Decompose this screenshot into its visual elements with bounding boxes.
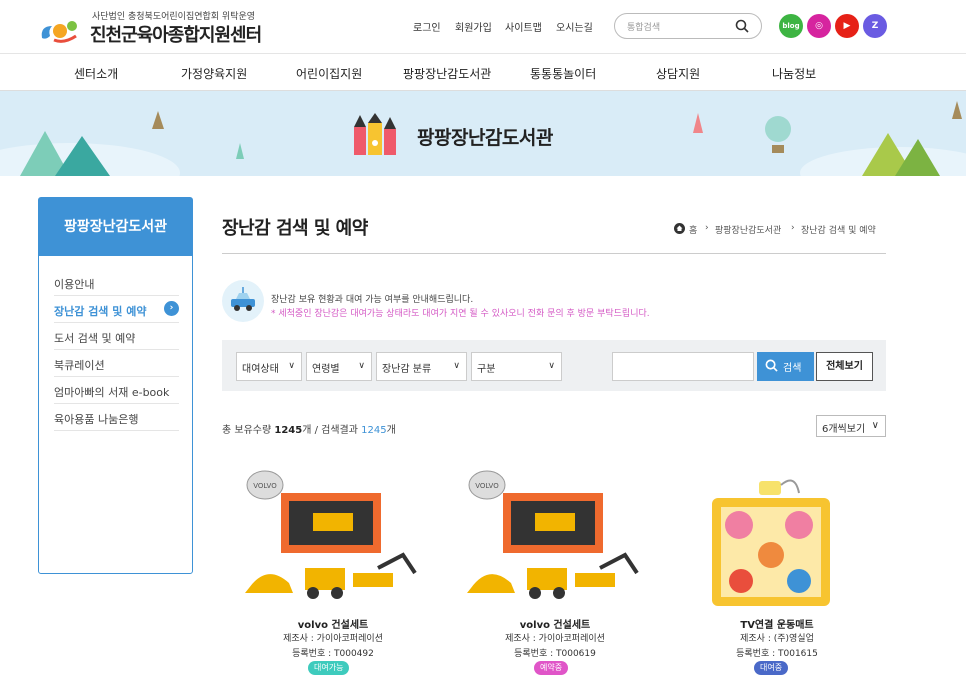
select-label: 대여상태 <box>242 364 279 375</box>
nav-daycare-support[interactable]: 어린이집지원 <box>296 65 362 82</box>
product-reg-number: 등록번호 : T000492 <box>292 649 374 659</box>
construction-set-image: VOLVO <box>243 463 423 610</box>
keyword-input[interactable] <box>612 352 754 381</box>
nav-playground[interactable]: 통통통놀이터 <box>530 65 596 82</box>
status-badge: 대여중 <box>754 661 789 675</box>
product-name[interactable]: TV연결 운동매트 <box>687 616 867 631</box>
sidebar-title: 팡팡장난감도서관 <box>39 198 192 256</box>
product-maker: 제조사 : 가이아코퍼레이션 <box>283 634 383 644</box>
select-label: 구분 <box>477 364 496 375</box>
sidebar-item-book-search[interactable]: 도서 검색 및 예약 <box>54 323 179 350</box>
nav-center-intro[interactable]: 센터소개 <box>74 65 118 82</box>
nav-home-parenting[interactable]: 가정양육지원 <box>181 65 247 82</box>
sidebar-item-toy-search[interactable]: 장난감 검색 및 예약 › <box>54 296 179 323</box>
product-maker: 제조사 : 가이아코퍼레이션 <box>505 634 605 644</box>
chevron-down-icon: ∨ <box>871 420 879 431</box>
select-label: 연령별 <box>312 364 340 375</box>
chevron-right-icon: › <box>164 301 179 316</box>
search-button-label: 검색 <box>783 363 802 374</box>
nav-counseling[interactable]: 상담지원 <box>656 65 700 82</box>
page-banner: 팡팡장난감도서관 <box>0 91 966 176</box>
view-all-button[interactable]: 전체보기 <box>816 352 873 381</box>
status-badge: 예약중 <box>534 661 569 675</box>
logo-title[interactable]: 진천군육아종합지원센터 <box>90 21 262 47</box>
sidebar-item-book-curation[interactable]: 북큐레이션 <box>54 350 179 377</box>
product-image[interactable] <box>687 463 867 610</box>
product-name[interactable]: volvo 건설세트 <box>243 616 423 631</box>
nav-toy-library[interactable]: 팡팡장난감도서관 <box>403 65 491 82</box>
per-page-label: 6개씩보기 <box>822 424 866 435</box>
age-select[interactable]: 연령별 ∨ <box>306 352 372 381</box>
svg-text:VOLVO: VOLVO <box>475 482 499 490</box>
sidebar-item-sharing-bank[interactable]: 육아용품 나눔은행 <box>54 404 179 431</box>
product-name[interactable]: volvo 건설세트 <box>465 616 645 631</box>
filter-bar: 대여상태 ∨ 연령별 ∨ 장난감 분류 ∨ 구분 ∨ 검색 전체보기 <box>222 340 886 391</box>
breadcrumb-home[interactable]: 홈 <box>689 223 697 236</box>
youtube-icon[interactable]: ▶ <box>835 14 859 38</box>
breadcrumb-current: 장난감 검색 및 예약 <box>801 226 876 236</box>
site-header: 사단법인 충청북도어린이집연합회 위탁운영 진천군육아종합지원센터 로그인 회원… <box>0 0 966 54</box>
logo-icon[interactable] <box>38 18 82 44</box>
toy-library-icon <box>354 113 396 155</box>
breadcrumb-toy-library[interactable]: 팡팡장난감도서관 <box>715 223 781 236</box>
sitemap-link[interactable]: 사이트맵 <box>505 19 542 34</box>
product-image[interactable]: VOLVO <box>243 463 423 610</box>
breadcrumb-separator-icon: › <box>791 223 795 233</box>
sidebar-item-label: 장난감 검색 및 예약 <box>54 305 147 318</box>
search-result-count: 1245 <box>361 425 387 436</box>
chevron-down-icon: ∨ <box>358 361 365 371</box>
chevron-down-icon: ∨ <box>288 361 295 371</box>
directions-link[interactable]: 오시는길 <box>556 19 593 34</box>
search-placeholder: 통합검색 <box>627 23 661 33</box>
rental-status-select[interactable]: 대여상태 ∨ <box>236 352 302 381</box>
blog-icon[interactable]: blog <box>779 14 803 38</box>
toy-car-icon <box>222 280 264 322</box>
sidebar: 팡팡장난감도서관 이용안내 장난감 검색 및 예약 › 도서 검색 및 예약 북… <box>38 197 193 574</box>
login-link[interactable]: 로그인 <box>413 19 441 34</box>
page-title: 장난감 검색 및 예약 <box>222 218 368 239</box>
title-divider <box>222 253 886 254</box>
exercise-mat-image <box>687 463 867 610</box>
search-icon[interactable] <box>735 19 749 33</box>
status-badge: 대여가능 <box>308 661 350 675</box>
breadcrumb-separator-icon: › <box>705 223 709 233</box>
instagram-icon[interactable]: ◎ <box>807 14 831 38</box>
signup-link[interactable]: 회원가입 <box>455 19 492 34</box>
per-page-select[interactable]: 6개씩보기 ∨ <box>816 415 886 437</box>
product-maker: 제조사 : (주)영실업 <box>740 634 814 644</box>
search-button[interactable]: 검색 <box>757 352 814 381</box>
banner-title: 팡팡장난감도서관 <box>417 127 553 149</box>
search-icon <box>765 359 778 372</box>
info-text: 장난감 보유 현황과 대여 가능 여부를 안내해드립니다. <box>271 295 474 305</box>
sidebar-item-guide[interactable]: 이용안내 <box>54 269 179 296</box>
type-select[interactable]: 구분 ∨ <box>471 352 562 381</box>
product-image[interactable]: VOLVO <box>465 463 645 610</box>
product-reg-number: 등록번호 : T001615 <box>736 649 818 659</box>
select-label: 장난감 분류 <box>382 364 432 375</box>
toy-category-select[interactable]: 장난감 분류 ∨ <box>376 352 467 381</box>
main-nav: 센터소개 가정양육지원 어린이집지원 팡팡장난감도서관 통통통놀이터 상담지원 … <box>0 55 966 91</box>
notice-text: * 세척중인 장난감은 대여가능 상태라도 대여가 지연 될 수 있사오니 전화… <box>271 309 650 319</box>
chevron-down-icon: ∨ <box>548 361 555 371</box>
total-count: 1245 <box>274 425 303 436</box>
result-count: 총 보유수량 1245개 / 검색결과 1245개 <box>222 425 396 436</box>
product-reg-number: 등록번호 : T000619 <box>514 649 596 659</box>
z-icon[interactable]: Z <box>863 14 887 38</box>
sidebar-item-ebook[interactable]: 엄마아빠의 서재 e-book <box>54 377 179 404</box>
home-icon[interactable] <box>674 223 685 234</box>
nav-sharing-info[interactable]: 나눔정보 <box>772 65 816 82</box>
construction-set-image: VOLVO <box>465 463 645 610</box>
svg-text:VOLVO: VOLVO <box>253 482 277 490</box>
global-search-input[interactable]: 통합검색 <box>614 13 762 39</box>
chevron-down-icon: ∨ <box>453 361 460 371</box>
